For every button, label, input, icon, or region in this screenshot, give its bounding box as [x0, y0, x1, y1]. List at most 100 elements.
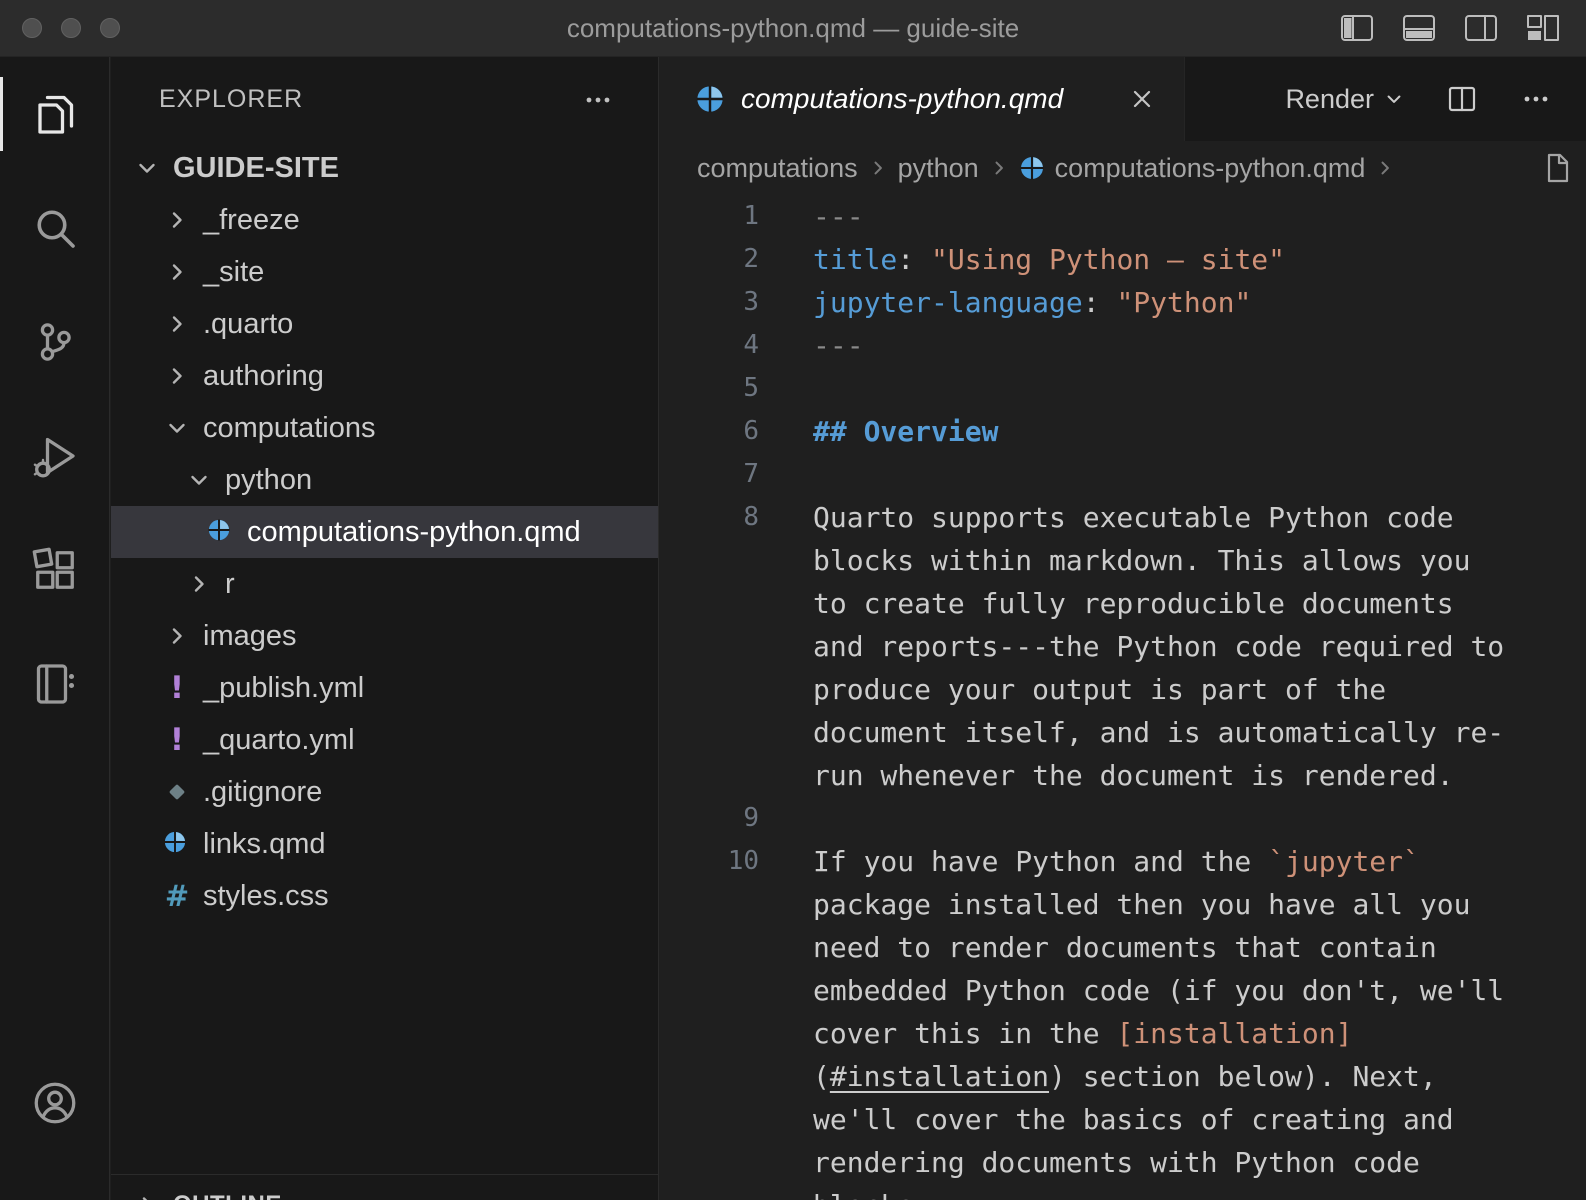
tree-item-images[interactable]: images — [111, 610, 658, 662]
code-line-text[interactable]: --- — [813, 324, 1505, 367]
traffic-light-minimize[interactable] — [61, 18, 81, 38]
tree-item-label: _site — [203, 256, 264, 289]
tree-item-label: links.qmd — [203, 828, 326, 861]
breadcrumb-computations-python-qmd[interactable]: computations-python.qmd — [1019, 153, 1366, 184]
tree-item-label: .quarto — [203, 308, 293, 341]
explorer-title: EXPLORER — [159, 85, 303, 114]
code-line-text[interactable]: Quarto supports executable Python code b… — [813, 496, 1505, 797]
file-icon[interactable] — [1544, 152, 1572, 184]
chevron-right-icon — [159, 194, 195, 246]
code-line-7: 7 — [659, 453, 1586, 496]
line-number: 5 — [659, 367, 759, 410]
chevron-right-icon — [868, 158, 888, 178]
breadcrumb: computations python computations-python.qm… — [659, 141, 1586, 195]
quarto-icon — [695, 84, 725, 114]
customize-layout-icon[interactable] — [1526, 14, 1560, 42]
activity-notebook-icon[interactable] — [0, 627, 109, 741]
files-icon — [31, 90, 79, 138]
activity-source-control-icon[interactable] — [0, 285, 109, 399]
line-number: 10 — [659, 840, 759, 1200]
breadcrumb-python[interactable]: python — [898, 153, 979, 184]
code-line-text[interactable]: --- — [813, 195, 1505, 238]
toggle-panel-icon[interactable] — [1402, 14, 1436, 42]
traffic-light-zoom[interactable] — [100, 18, 120, 38]
title-bar: computations-python.qmd — guide-site — [0, 0, 1586, 57]
split-editor-icon[interactable] — [1446, 83, 1478, 115]
chevron-right-icon — [159, 298, 195, 350]
tree-item-r[interactable]: r — [111, 558, 658, 610]
code-segment: ( — [813, 1060, 830, 1093]
traffic-lights — [22, 0, 120, 56]
tree-item-label: authoring — [203, 360, 324, 393]
extensions-icon — [31, 546, 79, 594]
code-line-text[interactable]: title: "Using Python — site" — [813, 238, 1505, 281]
tree-item-guide-site[interactable]: GUIDE-SITE — [111, 142, 658, 194]
code-line-text[interactable]: If you have Python and the `jupyter` pac… — [813, 840, 1505, 1200]
editor-content[interactable]: 1---2title: "Using Python — site"3jupyte… — [659, 195, 1586, 1200]
code-line-text[interactable] — [813, 367, 1505, 410]
code-segment: ) — [1049, 1060, 1066, 1093]
traffic-light-close[interactable] — [22, 18, 42, 38]
tree-item-site[interactable]: _site — [111, 246, 658, 298]
code-segment: : — [897, 243, 931, 276]
code-line-text[interactable] — [813, 453, 1505, 496]
toggle-primary-sidebar-icon[interactable] — [1340, 14, 1374, 42]
tree-item-links-qmd[interactable]: links.qmd — [111, 818, 658, 870]
code-line-9: 9 — [659, 797, 1586, 840]
code-segment: ## Overview — [813, 415, 998, 448]
tab-computations-python-qmd[interactable]: computations-python.qmd — [659, 57, 1185, 141]
tree-item-quarto[interactable]: .quarto — [111, 298, 658, 350]
quarto-icon — [1019, 155, 1045, 181]
activity-files-icon[interactable] — [0, 57, 109, 171]
code-line-text[interactable]: ## Overview — [813, 410, 1505, 453]
tree-item-styles-css[interactable]: #styles.css — [111, 870, 658, 922]
line-number: 6 — [659, 410, 759, 453]
breadcrumb-label: python — [898, 153, 979, 184]
breadcrumb-label: computations-python.qmd — [1055, 153, 1366, 184]
chevron-right-icon — [181, 558, 217, 610]
tree-item-gitignore[interactable]: .gitignore — [111, 766, 658, 818]
outline-section-header[interactable]: OUTLINE — [111, 1174, 658, 1200]
quarto-file-icon — [203, 506, 239, 558]
quarto-file-icon — [159, 818, 195, 870]
tree-item-publish-yml[interactable]: !_publish.yml — [111, 662, 658, 714]
activity-run-debug-icon[interactable] — [0, 399, 109, 513]
tree-item-computations-python-qmd[interactable]: computations-python.qmd — [111, 506, 658, 558]
toggle-secondary-sidebar-icon[interactable] — [1464, 14, 1498, 42]
tree-item-python[interactable]: python — [111, 454, 658, 506]
window-layout-controls — [1340, 0, 1560, 56]
tree-item-authoring[interactable]: authoring — [111, 350, 658, 402]
tree-item-computations[interactable]: computations — [111, 402, 658, 454]
render-button[interactable]: Render — [1285, 84, 1404, 115]
yaml-file-icon: ! — [159, 662, 195, 714]
code-segment: --- — [813, 329, 864, 362]
line-number: 7 — [659, 453, 759, 496]
tree-item-label: images — [203, 620, 297, 653]
code-line-5: 5 — [659, 367, 1586, 410]
code-segment: Quarto supports executable Python code b… — [813, 501, 1521, 792]
chevron-down-icon — [159, 402, 195, 454]
code-line-text[interactable] — [813, 797, 1505, 840]
render-label: Render — [1285, 84, 1374, 115]
code-segment: #installation — [830, 1060, 1049, 1093]
code-segment: : — [1083, 286, 1117, 319]
css-file-icon: # — [159, 870, 195, 922]
line-number: 3 — [659, 281, 759, 324]
close-icon[interactable] — [1130, 87, 1154, 111]
code-line-6: 6 ## Overview — [659, 410, 1586, 453]
code-line-text[interactable]: jupyter-language: "Python" — [813, 281, 1505, 324]
more-actions-icon[interactable] — [1520, 83, 1552, 115]
code-segment: jupyter-language — [813, 286, 1083, 319]
explorer-header: EXPLORER — [111, 57, 658, 142]
activity-search-icon[interactable] — [0, 171, 109, 285]
chevron-right-icon — [129, 1179, 165, 1200]
outline-label: OUTLINE — [173, 1191, 282, 1200]
account-icon — [31, 1079, 79, 1127]
activity-account-icon[interactable] — [0, 1046, 109, 1160]
explorer-more-actions-icon[interactable] — [582, 84, 614, 116]
code-line-2: 2title: "Using Python — site" — [659, 238, 1586, 281]
breadcrumb-computations[interactable]: computations — [697, 153, 858, 184]
activity-extensions-icon[interactable] — [0, 513, 109, 627]
tree-item-freeze[interactable]: _freeze — [111, 194, 658, 246]
tree-item-quarto-yml[interactable]: !_quarto.yml — [111, 714, 658, 766]
